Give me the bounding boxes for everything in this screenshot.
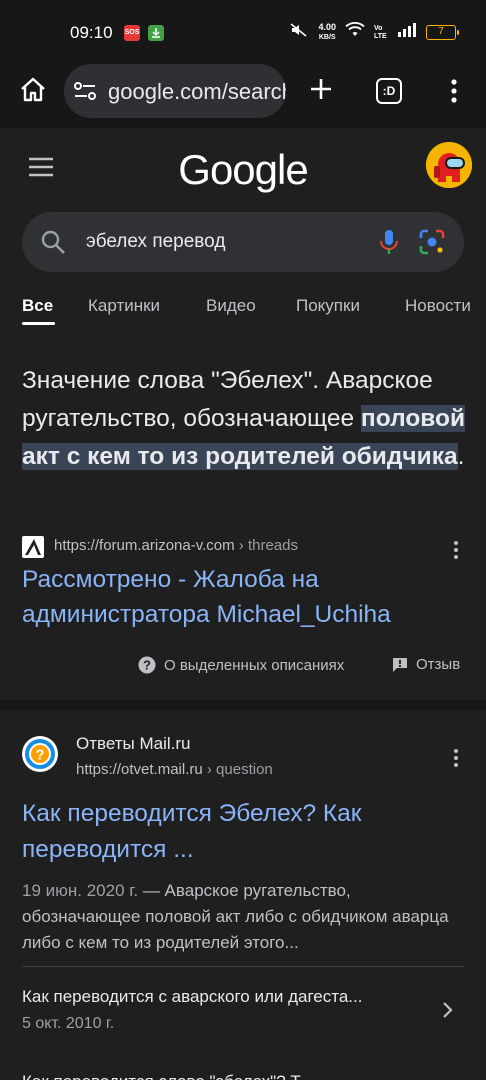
battery-icon: 7 <box>426 25 459 40</box>
signal-icon <box>397 22 417 43</box>
active-tab-indicator <box>22 322 55 325</box>
tab-news[interactable]: Новости <box>405 296 471 316</box>
svg-text:?: ? <box>143 658 151 673</box>
snippet-text: Значение слова "Эбелех". Аварское ругате… <box>22 367 466 470</box>
more-vert-icon[interactable] <box>444 76 464 106</box>
status-bar: 09:10 SOS 4.00 KB/S Vo LTE 7 <box>0 0 486 62</box>
search-result: ? Ответы Mail.ru https://otvet.mail.ru ›… <box>0 710 486 1080</box>
arizona-favicon-icon <box>22 536 44 558</box>
result-title-link[interactable]: Как переводится Эбелех? Как переводится … <box>22 796 462 868</box>
result-url[interactable]: https://otvet.mail.ru › question <box>76 761 273 778</box>
help-icon: ? <box>138 656 156 674</box>
download-icon <box>148 25 164 41</box>
network-speed: 4.00 KB/S <box>318 22 336 42</box>
search-tabs: Все Картинки Видео Покупки Новости <box>0 284 486 336</box>
feedback-icon <box>393 657 407 672</box>
google-header: Google <box>0 128 486 210</box>
avatar[interactable] <box>426 142 472 188</box>
url-text[interactable]: google.com/search <box>108 79 286 105</box>
wifi-icon <box>345 22 365 43</box>
result-divider <box>22 966 464 967</box>
tab-videos[interactable]: Видео <box>206 296 256 316</box>
result-snippet: 19 июн. 2020 г. — Аварское ругательство,… <box>22 881 449 952</box>
home-icon[interactable] <box>18 75 48 105</box>
search-icon <box>40 229 66 255</box>
url-bar[interactable]: google.com/search <box>64 64 286 118</box>
result-more-icon[interactable] <box>452 540 460 560</box>
svg-text:?: ? <box>35 747 44 764</box>
about-featured-snippets[interactable]: ? О выделенных описаниях <box>138 656 344 674</box>
browser-toolbar: google.com/search :D <box>0 62 486 128</box>
tab-shopping[interactable]: Покупки <box>296 296 360 316</box>
search-input[interactable]: эбелех перевод <box>86 231 225 253</box>
status-time: 09:10 <box>70 23 113 42</box>
result-more-icon[interactable] <box>452 748 460 768</box>
google-lens-icon[interactable] <box>418 228 446 256</box>
mic-icon[interactable] <box>378 228 400 256</box>
search-box[interactable]: эбелех перевод <box>22 212 464 272</box>
next-related-link[interactable]: Как переводится слово "эбелех"? Т... <box>22 1072 468 1080</box>
google-logo[interactable]: Google <box>0 146 486 194</box>
feedback-button[interactable]: Отзыв <box>392 656 460 673</box>
tabs-icon[interactable]: :D <box>376 78 402 104</box>
sos-icon: SOS <box>124 25 140 41</box>
section-divider <box>0 700 486 710</box>
source-url[interactable]: https://forum.arizona-v.com › threads <box>54 537 298 554</box>
volte-icon: Vo LTE <box>374 24 387 40</box>
tab-all[interactable]: Все <box>22 296 53 316</box>
related-question-date: 5 окт. 2010 г. <box>22 1015 115 1032</box>
related-question-link[interactable]: Как переводится с аварского или дагеста.… <box>22 987 422 1007</box>
plus-icon[interactable] <box>306 74 336 104</box>
result-site-name[interactable]: Ответы Mail.ru <box>76 734 190 754</box>
mailru-answers-favicon-icon: ? <box>22 736 58 772</box>
chevron-right-icon[interactable] <box>440 1000 456 1020</box>
mute-icon <box>289 22 309 43</box>
featured-snippet: Значение слова "Эбелех". Аварское ругате… <box>0 336 486 700</box>
source-title-link[interactable]: Рассмотрено - Жалоба на администратора M… <box>22 562 468 632</box>
tune-icon[interactable] <box>72 79 98 103</box>
tab-images[interactable]: Картинки <box>88 296 160 316</box>
